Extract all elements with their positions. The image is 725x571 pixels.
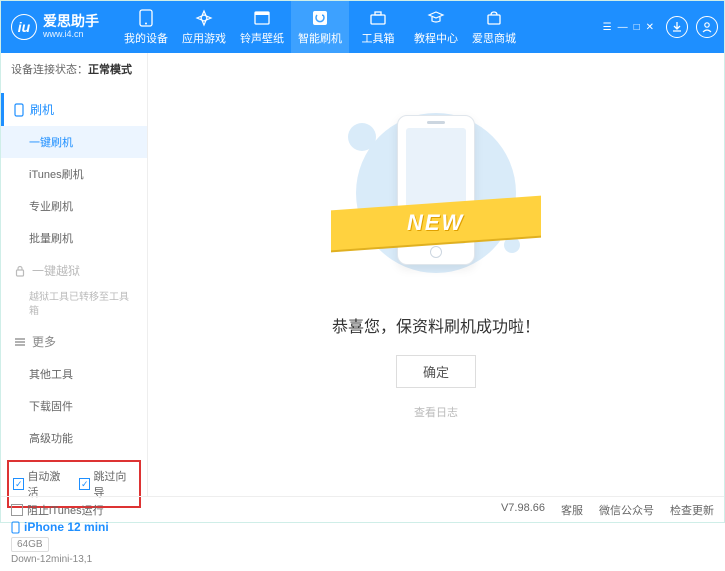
- wallpaper-icon: [253, 9, 271, 27]
- flash-icon: [311, 9, 329, 27]
- brand-name: 爱思助手: [43, 14, 99, 29]
- download-button[interactable]: [666, 16, 688, 38]
- nav-store[interactable]: 爱思商城: [465, 1, 523, 53]
- maximize-icon[interactable]: □: [634, 22, 640, 33]
- statusbar: 阻止iTunes运行 V7.98.66 客服 微信公众号 检查更新: [1, 496, 724, 522]
- close-icon[interactable]: ✕: [646, 22, 654, 33]
- device-capacity: 64GB: [11, 537, 49, 552]
- conn-value: 正常模式: [88, 64, 132, 76]
- section-title: 一键越狱: [32, 262, 80, 279]
- section-title: 刷机: [30, 101, 54, 118]
- nav-label: 应用游戏: [182, 30, 226, 46]
- section-title: 更多: [32, 333, 56, 350]
- apps-icon: [195, 9, 213, 27]
- connection-status: 设备连接状态：正常模式: [1, 53, 147, 85]
- conn-label: 设备连接状态：: [11, 64, 88, 76]
- nav-label: 智能刷机: [298, 30, 342, 46]
- checkbox-label: 阻止iTunes运行: [27, 502, 104, 518]
- brand: iu 爱思助手 www.i4.cn: [11, 14, 99, 40]
- section-more[interactable]: 更多: [1, 325, 147, 358]
- main-content: NEW 恭喜您，保资料刷机成功啦！ 确定 查看日志: [148, 53, 724, 496]
- sidebar-item-advanced[interactable]: 高级功能: [1, 422, 147, 454]
- phone-small-icon: [14, 103, 24, 117]
- wechat-link[interactable]: 微信公众号: [599, 502, 654, 518]
- checkbox-empty-icon: [11, 504, 23, 516]
- phone-tiny-icon: [11, 521, 20, 534]
- minimize-icon[interactable]: —: [618, 22, 628, 33]
- sidebar-item-oneclick-flash[interactable]: 一键刷机: [1, 126, 147, 158]
- more-icon: [14, 337, 26, 347]
- device-firmware: Down-12mini-13,1: [11, 554, 137, 565]
- window-controls: ☰ — □ ✕: [603, 22, 654, 33]
- nav-label: 爱思商城: [472, 30, 516, 46]
- tutorial-icon: [427, 9, 445, 27]
- section-jailbreak: 一键越狱: [1, 254, 147, 287]
- success-message: 恭喜您，保资料刷机成功啦！: [332, 313, 540, 337]
- more-sublist: 其他工具 下载固件 高级功能: [1, 358, 147, 454]
- nav-apps-games[interactable]: 应用游戏: [175, 1, 233, 53]
- brand-url: www.i4.cn: [43, 30, 99, 40]
- version-label: V7.98.66: [501, 502, 545, 518]
- jailbreak-note: 越狱工具已转移至工具箱: [29, 291, 137, 319]
- nav-toolbox[interactable]: 工具箱: [349, 1, 407, 53]
- nav-my-device[interactable]: 我的设备: [117, 1, 175, 53]
- nav-tutorials[interactable]: 教程中心: [407, 1, 465, 53]
- store-icon: [485, 9, 503, 27]
- sidebar-item-download-firmware[interactable]: 下载固件: [1, 390, 147, 422]
- user-button[interactable]: [696, 16, 718, 38]
- nav-label: 我的设备: [124, 30, 168, 46]
- app-window: iu 爱思助手 www.i4.cn 我的设备 应用游戏 铃声壁纸 智能刷机: [0, 0, 725, 523]
- checkmark-icon: ✓: [13, 478, 24, 490]
- checkbox-block-itunes[interactable]: 阻止iTunes运行: [11, 502, 104, 518]
- nav-tabs: 我的设备 应用游戏 铃声壁纸 智能刷机 工具箱 教程中心: [117, 1, 523, 53]
- lock-icon: [14, 265, 26, 277]
- phone-icon: [137, 9, 155, 27]
- ribbon-text: NEW: [407, 210, 464, 236]
- view-log-link[interactable]: 查看日志: [414, 404, 458, 420]
- confirm-button[interactable]: 确定: [396, 355, 476, 388]
- toolbox-icon: [369, 9, 387, 27]
- body: 设备连接状态：正常模式 刷机 一键刷机 iTunes刷机 专业刷机 批量刷机 一…: [1, 53, 724, 496]
- checkmark-icon: ✓: [79, 478, 90, 490]
- nav-smart-flash[interactable]: 智能刷机: [291, 1, 349, 53]
- success-illustration: NEW: [356, 93, 516, 283]
- sidebar: 设备连接状态：正常模式 刷机 一键刷机 iTunes刷机 专业刷机 批量刷机 一…: [1, 53, 148, 496]
- check-update-link[interactable]: 检查更新: [670, 502, 714, 518]
- sidebar-item-other-tools[interactable]: 其他工具: [1, 358, 147, 390]
- brand-logo-icon: iu: [11, 14, 37, 40]
- nav-label: 教程中心: [414, 30, 458, 46]
- flash-sublist: 一键刷机 iTunes刷机 专业刷机 批量刷机: [1, 126, 147, 254]
- nav-ringtones[interactable]: 铃声壁纸: [233, 1, 291, 53]
- sidebar-item-pro-flash[interactable]: 专业刷机: [1, 190, 147, 222]
- nav-label: 工具箱: [362, 30, 395, 46]
- menu-icon[interactable]: ☰: [603, 22, 612, 33]
- sidebar-item-batch-flash[interactable]: 批量刷机: [1, 222, 147, 254]
- titlebar-right: ☰ — □ ✕: [603, 16, 718, 38]
- nav-label: 铃声壁纸: [240, 30, 284, 46]
- section-flash[interactable]: 刷机: [1, 93, 147, 126]
- titlebar: iu 爱思助手 www.i4.cn 我的设备 应用游戏 铃声壁纸 智能刷机: [1, 1, 724, 53]
- sidebar-item-itunes-flash[interactable]: iTunes刷机: [1, 158, 147, 190]
- device-name: iPhone 12 mini: [11, 520, 137, 534]
- service-link[interactable]: 客服: [561, 502, 583, 518]
